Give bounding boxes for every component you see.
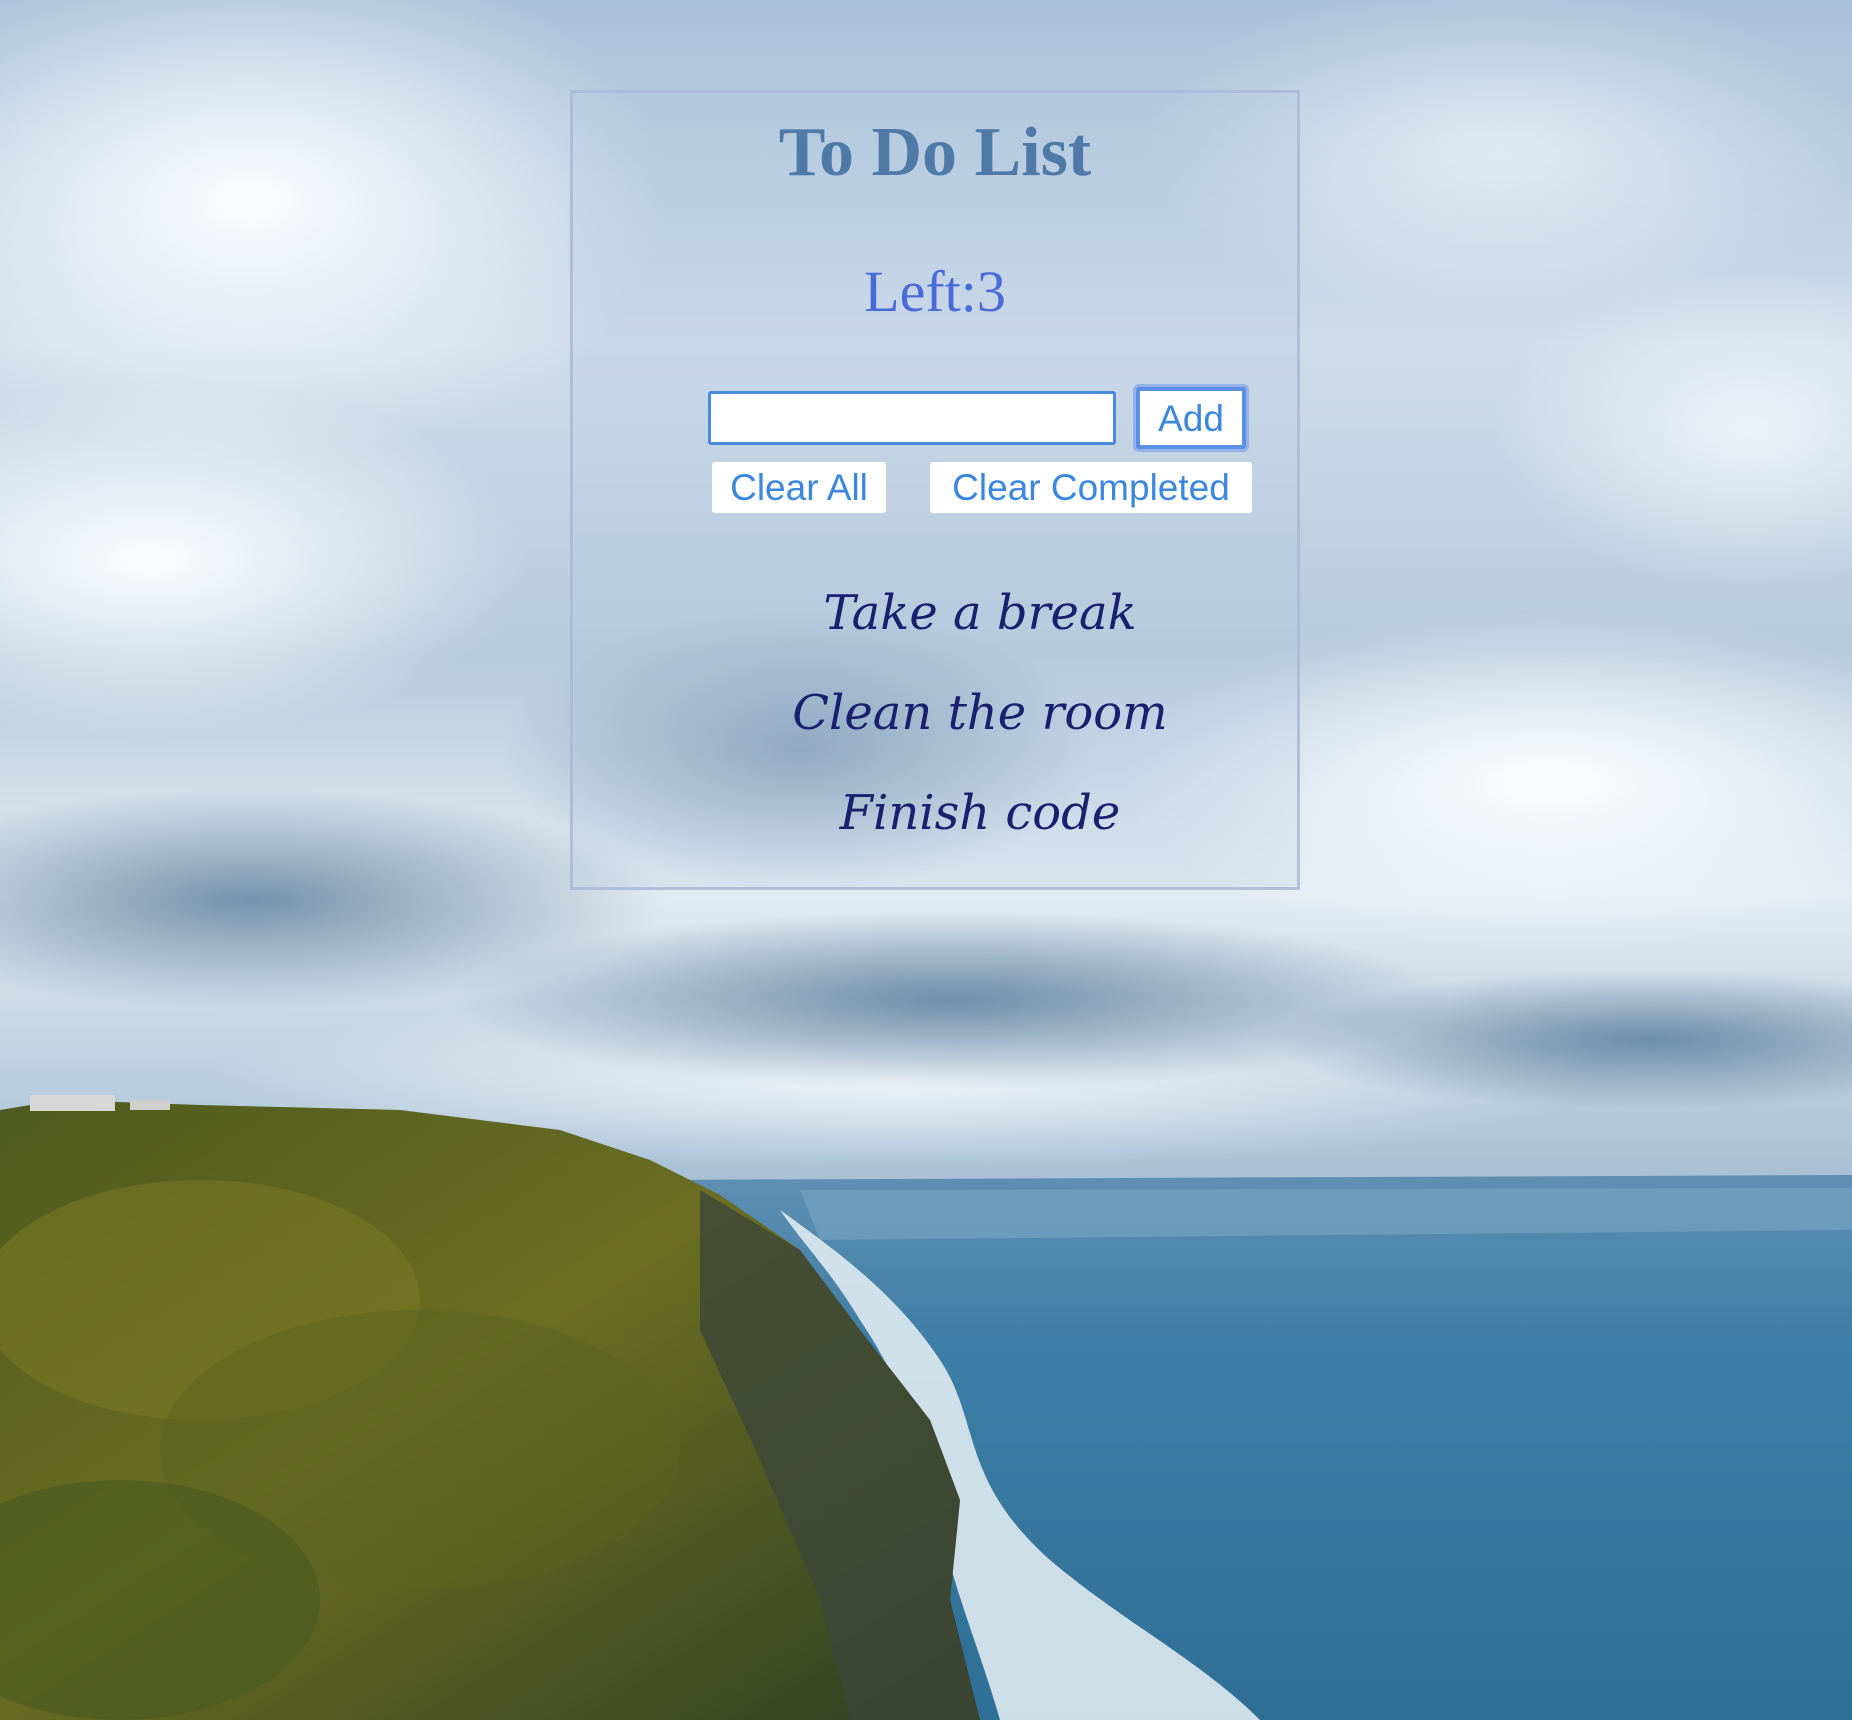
task-list: Take a break Clean the room Finish code	[573, 583, 1297, 883]
remaining-count: Left:3	[864, 259, 1006, 324]
todo-card: To Do List Left:3 Add Clear All Clear Co…	[570, 90, 1300, 890]
clear-all-button[interactable]: Clear All	[712, 462, 886, 513]
task-item[interactable]: Take a break	[573, 583, 1297, 683]
clear-completed-button[interactable]: Clear Completed	[930, 462, 1252, 513]
task-item[interactable]: Clean the room	[573, 683, 1297, 783]
page-title: To Do List	[778, 114, 1092, 191]
new-task-input[interactable]	[708, 391, 1116, 445]
todo-page: To Do List Left:3 Add Clear All Clear Co…	[0, 0, 1852, 1720]
add-button[interactable]: Add	[1136, 387, 1246, 449]
task-item[interactable]: Finish code	[573, 783, 1297, 883]
